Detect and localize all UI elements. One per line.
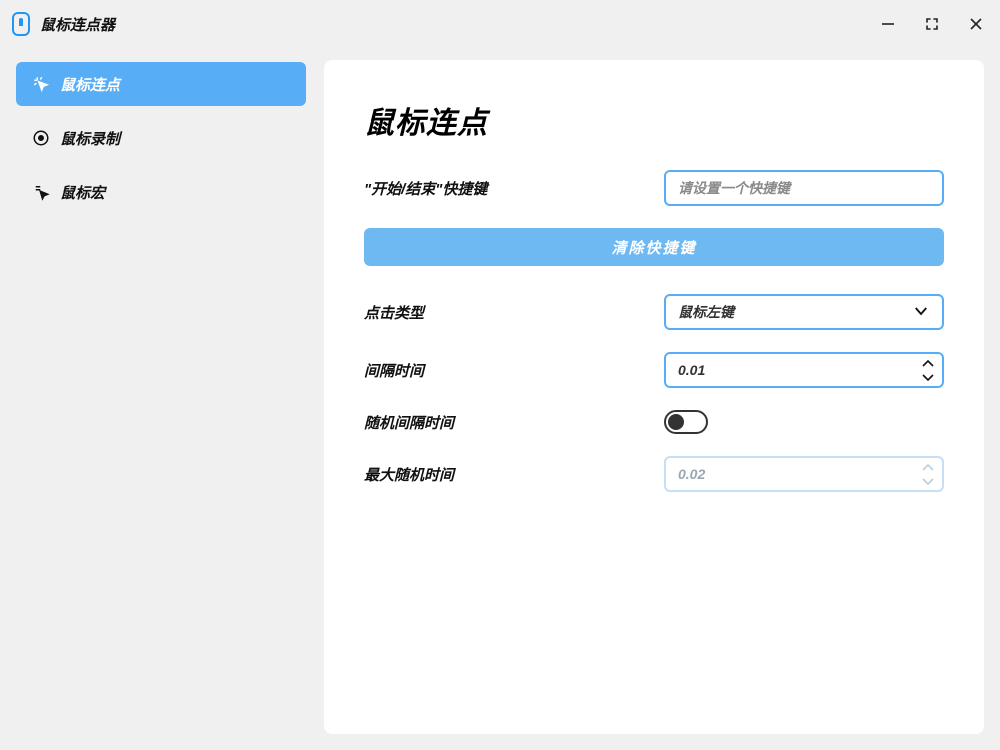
interval-label: 间隔时间 (364, 360, 664, 381)
sidebar: 鼠标连点 鼠标录制 鼠标宏 (16, 60, 306, 734)
random-interval-label: 随机间隔时间 (364, 412, 664, 433)
sidebar-item-record[interactable]: 鼠标录制 (16, 116, 306, 160)
click-type-value: 鼠标左键 (678, 302, 734, 322)
max-random-value: 0.02 (678, 466, 930, 482)
hotkey-label: "开始/结束"快捷键 (364, 178, 664, 199)
chevron-down-icon (912, 302, 930, 323)
sidebar-item-click[interactable]: 鼠标连点 (16, 62, 306, 106)
macro-icon (32, 183, 50, 201)
title-bar: 鼠标连点器 (0, 0, 1000, 48)
max-random-step-up (918, 462, 938, 474)
toggle-knob (668, 414, 684, 430)
close-button[interactable] (964, 12, 988, 36)
sidebar-item-label: 鼠标宏 (60, 182, 105, 203)
app-title: 鼠标连点器 (40, 14, 115, 35)
maximize-button[interactable] (920, 12, 944, 36)
interval-value: 0.01 (678, 362, 930, 378)
cursor-click-icon (32, 75, 50, 93)
window-controls (876, 12, 988, 36)
max-random-step-down (918, 475, 938, 487)
interval-step-down[interactable] (918, 371, 938, 383)
sidebar-item-label: 鼠标连点 (60, 74, 120, 95)
click-type-select[interactable]: 鼠标左键 (664, 294, 944, 330)
page-title: 鼠标连点 (364, 98, 944, 142)
sidebar-item-macro[interactable]: 鼠标宏 (16, 170, 306, 214)
hotkey-placeholder: 请设置一个快捷键 (678, 178, 790, 198)
sidebar-item-label: 鼠标录制 (60, 128, 120, 149)
minimize-button[interactable] (876, 12, 900, 36)
max-random-label: 最大随机时间 (364, 464, 664, 485)
random-interval-toggle[interactable] (664, 410, 708, 434)
hotkey-input[interactable]: 请设置一个快捷键 (664, 170, 944, 206)
record-icon (32, 129, 50, 147)
click-type-label: 点击类型 (364, 302, 664, 323)
interval-step-up[interactable] (918, 358, 938, 370)
app-icon (12, 12, 30, 36)
content-panel: 鼠标连点 "开始/结束"快捷键 请设置一个快捷键 清除快捷键 点击类型 鼠标左键 (324, 60, 984, 734)
clear-hotkey-button[interactable]: 清除快捷键 (364, 228, 944, 266)
interval-spinner[interactable]: 0.01 (664, 352, 944, 388)
max-random-spinner: 0.02 (664, 456, 944, 492)
